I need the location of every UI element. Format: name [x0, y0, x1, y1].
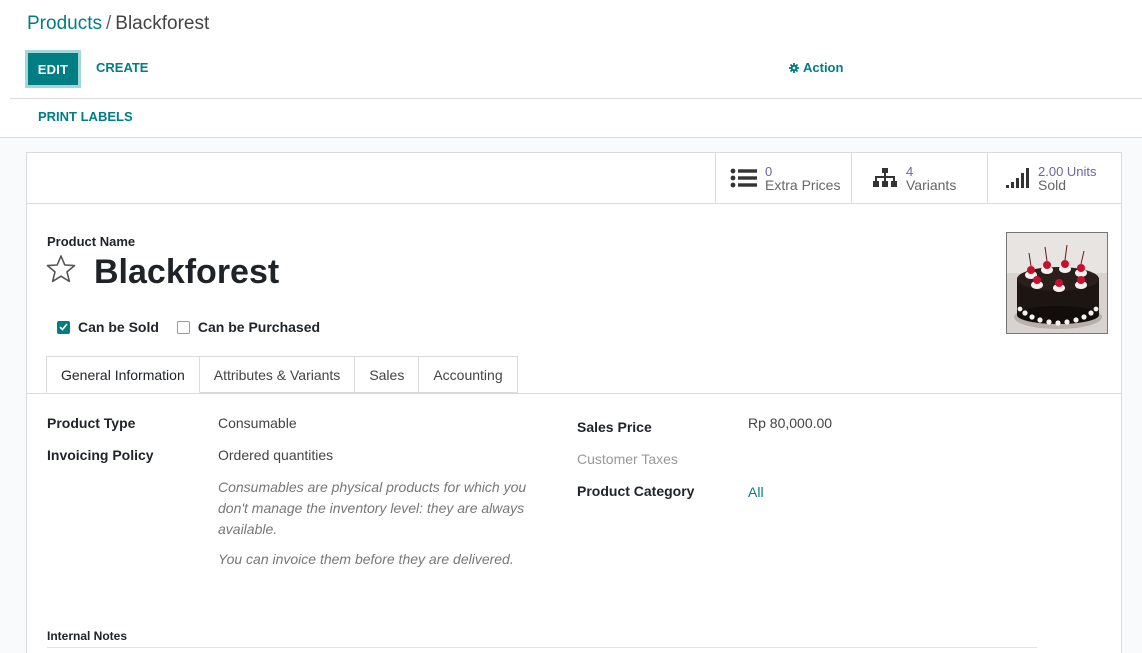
customer-taxes-label: Customer Taxes: [577, 451, 678, 467]
product-type-label: Product Type: [47, 415, 136, 431]
sales-price-value[interactable]: Rp 80,000.00: [748, 415, 832, 431]
action-dropdown[interactable]: Action: [789, 60, 843, 75]
product-image[interactable]: [1006, 232, 1108, 334]
divider: [0, 137, 1142, 138]
gear-icon: [789, 62, 799, 73]
tab-general-information[interactable]: General Information: [46, 356, 200, 393]
sales-price-label: Sales Price: [577, 419, 652, 435]
breadcrumb-separator: /: [105, 13, 112, 34]
stat-button-box: 0 Extra Prices 4 Variants 2.00 Units Sol…: [27, 153, 1121, 204]
tab-attributes-variants[interactable]: Attributes & Variants: [199, 356, 356, 393]
product-category-link[interactable]: All: [748, 484, 764, 500]
create-button[interactable]: CREATE: [96, 60, 148, 75]
variants-button[interactable]: 4 Variants: [851, 153, 987, 203]
invoicing-policy-value[interactable]: Ordered quantities: [218, 447, 333, 463]
units-sold-button[interactable]: 2.00 Units Sold: [987, 153, 1123, 203]
can-be-sold-checkbox[interactable]: [57, 320, 70, 334]
divider: [10, 98, 1142, 99]
product-category-label: Product Category: [577, 483, 695, 499]
breadcrumb-products-link[interactable]: Products: [27, 13, 102, 34]
variants-label: Variants: [906, 176, 957, 193]
internal-notes-label: Internal Notes: [47, 629, 128, 643]
signal-bars-icon: [1002, 167, 1032, 189]
form-sheet: 0 Extra Prices 4 Variants 2.00 Units Sol…: [26, 152, 1122, 653]
star-icon[interactable]: [45, 253, 77, 285]
product-name: Blackforest: [94, 253, 280, 291]
tabs-divider: [27, 393, 1121, 394]
can-be-purchased-label[interactable]: Can be Purchased: [198, 319, 320, 335]
can-be-purchased-checkbox[interactable]: [176, 320, 190, 334]
can-be-sold-label[interactable]: Can be Sold: [78, 319, 159, 335]
product-name-label: Product Name: [47, 234, 136, 249]
breadcrumb: Products / Blackforest: [27, 13, 209, 35]
list-icon: [729, 167, 759, 189]
control-panel: Products / Blackforest EDIT CREATE Action …: [0, 0, 1142, 138]
sitemap-icon: [870, 167, 900, 189]
tab-sales[interactable]: Sales: [355, 356, 420, 393]
action-label: Action: [803, 60, 844, 75]
invoicing-policy-label: Invoicing Policy: [47, 447, 154, 463]
units-sold-value: 2.00 Units: [1038, 163, 1097, 179]
edit-button[interactable]: EDIT: [25, 50, 81, 88]
extra-prices-label: Extra Prices: [765, 176, 841, 193]
product-type-value[interactable]: Consumable: [218, 415, 297, 431]
extra-prices-count: 0: [765, 163, 773, 179]
extra-prices-button[interactable]: 0 Extra Prices: [715, 153, 851, 203]
breadcrumb-current: Blackforest: [115, 13, 210, 34]
notebook-tabs: General Information Attributes & Variant…: [46, 356, 518, 393]
tab-accounting[interactable]: Accounting: [419, 356, 518, 393]
consumable-help-text: Consumables are physical products for wh…: [218, 479, 527, 537]
checkbox-row: Can be Sold Can be Purchased: [57, 319, 320, 335]
print-labels-button[interactable]: PRINT LABELS: [38, 109, 133, 124]
units-sold-label: Sold: [1038, 176, 1067, 193]
invoice-help-text: You can invoice them before they are del…: [218, 551, 514, 567]
variants-count: 4: [906, 163, 914, 179]
internal-notes-field[interactable]: [47, 647, 1037, 648]
